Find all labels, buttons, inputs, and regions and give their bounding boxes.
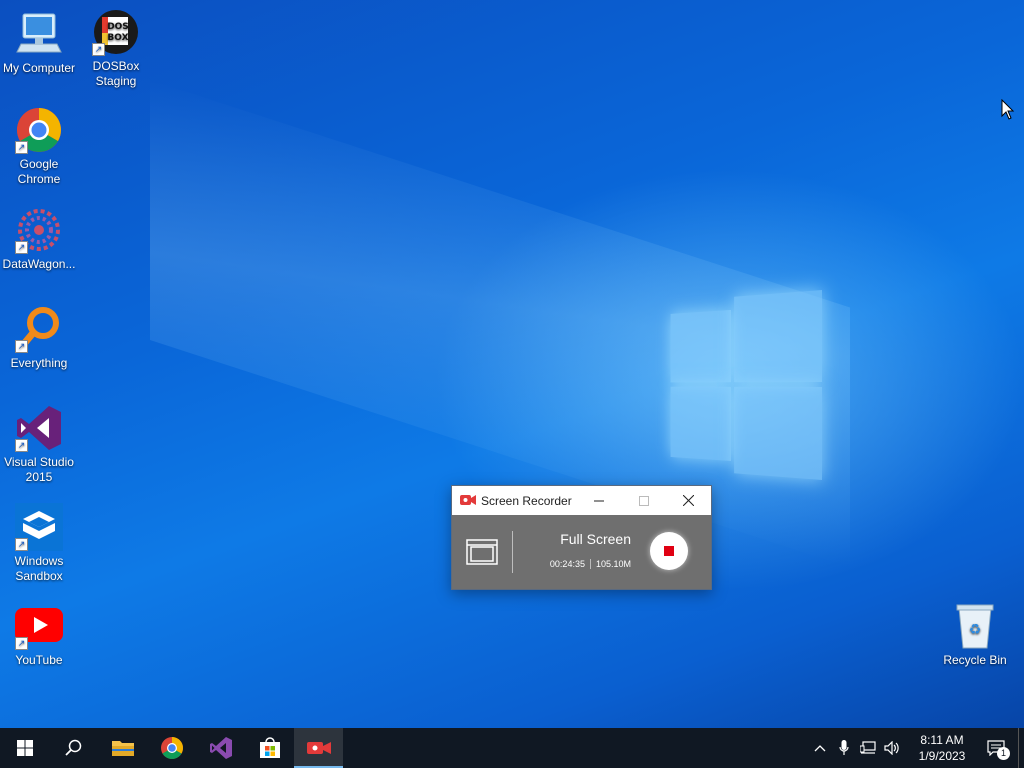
maximize-button[interactable]: [621, 486, 666, 515]
video-camera-icon: [306, 742, 331, 754]
minimize-button[interactable]: [576, 486, 621, 515]
taskbar-file-explorer[interactable]: [98, 728, 147, 768]
desktop-icon-dosbox[interactable]: DOS BOX ↗ DOSBox Staging: [78, 8, 154, 89]
screen-area-icon: [466, 539, 498, 565]
desktop-icon-label-2: Staging: [95, 74, 137, 88]
desktop-icon-google-chrome[interactable]: ↗ Google Chrome: [1, 106, 77, 187]
clock-time: 8:11 AM: [920, 733, 964, 747]
file-size: 105.10M: [595, 559, 631, 569]
recycle-bin-icon: ♻: [951, 602, 999, 650]
taskbar-chrome[interactable]: [147, 728, 196, 768]
recorder-title: Screen Recorder: [481, 493, 572, 508]
system-tray: 8:11 AM 1/9/2023 1: [808, 728, 1024, 768]
taskbar-screen-recorder[interactable]: [294, 728, 343, 768]
clock[interactable]: 8:11 AM 1/9/2023: [910, 732, 974, 764]
shortcut-arrow-icon: ↗: [15, 241, 28, 254]
desktop-icon-label-2: 2015: [25, 470, 53, 484]
desktop-icon-label: YouTube: [15, 653, 63, 667]
desktop-icon-label: Windows: [14, 554, 64, 568]
sandbox-icon: ↗: [15, 503, 63, 551]
search-icon: [64, 739, 81, 756]
desktop-icon-my-computer[interactable]: My Computer: [1, 10, 77, 76]
show-hidden-icons-button[interactable]: [808, 744, 832, 752]
desktop-icon-datawagon[interactable]: ↗ DataWagon...: [1, 206, 77, 272]
store-icon: [259, 737, 280, 758]
desktop-icon-label-2: Sandbox: [15, 569, 63, 583]
taskbar-visual-studio[interactable]: [196, 728, 245, 768]
capture-area-button[interactable]: [466, 537, 498, 572]
svg-text:♻: ♻: [969, 622, 982, 638]
speaker-icon: [884, 741, 899, 755]
elapsed-time: 00:24:35: [549, 559, 585, 569]
desktop-icon-label: DOSBox: [92, 59, 140, 73]
chrome-icon: ↗: [15, 106, 63, 154]
recorder-body: Full Screen 00:24:35 105.10M: [452, 515, 711, 589]
taskbar-microsoft-store[interactable]: [245, 728, 294, 768]
dosbox-icon: DOS BOX ↗: [92, 8, 140, 56]
desktop-icon-label: Everything: [10, 356, 68, 370]
clock-date: 1/9/2023: [918, 749, 966, 763]
recorder-title-bar[interactable]: Screen Recorder: [452, 486, 711, 515]
visual-studio-icon: ↗: [15, 404, 63, 452]
action-center-button[interactable]: 1: [974, 728, 1018, 768]
desktop-icon-label-2: Chrome: [17, 172, 61, 186]
microphone-icon: [839, 740, 849, 755]
network-button[interactable]: [856, 741, 880, 755]
microphone-button[interactable]: [832, 740, 856, 756]
recording-mode: Full Screen: [560, 531, 631, 547]
mouse-cursor-icon: [1001, 98, 1015, 126]
windows-logo-wallpaper: [670, 290, 822, 480]
taskbar: 8:11 AM 1/9/2023 1: [0, 728, 1024, 768]
maximize-icon: [638, 495, 649, 506]
desktop-icon-everything[interactable]: ↗ Everything: [1, 305, 77, 371]
screen-recorder-window: Screen Recorder Full Screen 00:24:35 105…: [451, 485, 712, 590]
desktop-icon-youtube[interactable]: ↗ YouTube: [1, 602, 77, 668]
show-desktop-button[interactable]: [1018, 728, 1024, 768]
stop-recording-button[interactable]: [650, 532, 688, 570]
desktop-icon-recycle-bin[interactable]: ♻ Recycle Bin: [937, 602, 1013, 668]
desktop-icon-label: Google: [19, 157, 59, 171]
shortcut-arrow-icon: ↗: [15, 340, 28, 353]
youtube-icon: ↗: [15, 602, 63, 650]
shortcut-arrow-icon: ↗: [15, 141, 28, 154]
desktop-icon-visual-studio[interactable]: ↗ Visual Studio 2015: [1, 404, 77, 485]
notification-count-badge: 1: [997, 747, 1010, 760]
desktop-icon-label: Visual Studio: [4, 455, 74, 469]
chrome-icon: [160, 737, 183, 759]
divider: [589, 559, 591, 569]
shortcut-arrow-icon: ↗: [15, 637, 28, 650]
chevron-up-icon: [814, 745, 826, 752]
everything-search-icon: ↗: [15, 305, 63, 353]
datawagon-icon: ↗: [15, 206, 63, 254]
shortcut-arrow-icon: ↗: [92, 43, 105, 56]
svg-text:DOS: DOS: [107, 22, 129, 32]
minimize-icon: [593, 500, 604, 501]
stop-icon: [664, 546, 674, 556]
desktop-icon-label: Recycle Bin: [943, 653, 1007, 667]
svg-text:BOX: BOX: [107, 33, 128, 43]
desktop-icon-windows-sandbox[interactable]: ↗ Windows Sandbox: [1, 503, 77, 584]
start-button[interactable]: [0, 728, 49, 768]
computer-icon: [15, 10, 63, 58]
desktop-icon-label: My Computer: [2, 61, 76, 75]
divider: [512, 531, 513, 573]
visual-studio-icon: [209, 737, 232, 759]
shortcut-arrow-icon: ↗: [15, 439, 28, 452]
windows-start-icon: [16, 740, 33, 756]
network-icon: [860, 741, 876, 754]
search-button[interactable]: [49, 728, 98, 768]
desktop-icon-label: DataWagon...: [2, 257, 76, 271]
close-button[interactable]: [666, 486, 711, 515]
folder-icon: [111, 741, 134, 756]
shortcut-arrow-icon: ↗: [15, 538, 28, 551]
volume-button[interactable]: [880, 741, 904, 755]
recorder-app-icon: [460, 494, 476, 508]
close-icon: [683, 495, 694, 506]
